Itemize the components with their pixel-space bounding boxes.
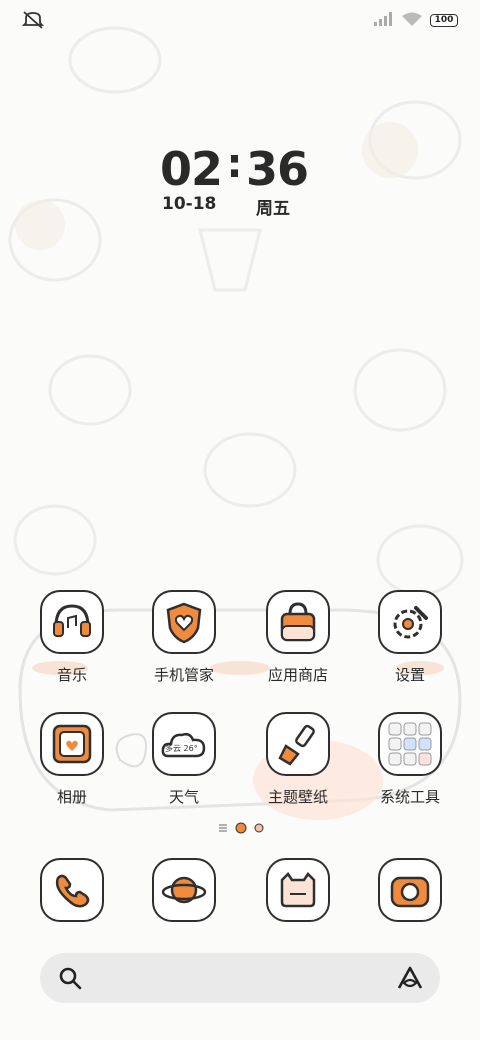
app-gallery[interactable]: 相册 [22,712,122,807]
app-label: 天气 [168,788,199,806]
mute-vibrate-icon [21,10,45,34]
camera-icon [378,858,442,922]
page-list-icon [219,824,227,832]
clock-separator: : [226,141,243,187]
folder-icon [378,712,442,776]
dock-phone[interactable] [22,858,122,922]
app-settings[interactable]: 设置 [360,590,460,685]
app-app-store[interactable]: 应用商店 [248,590,348,685]
messages-icon [266,858,330,922]
app-label: 应用商店 [267,666,328,684]
signal-bars-icon [374,11,394,30]
clock-widget[interactable]: 02 : 36 10-18 周五 [160,141,320,219]
app-label: 设置 [394,666,425,684]
status-bar: 100 [0,0,480,40]
wifi-icon [402,11,422,30]
app-music[interactable]: 音乐 [22,590,122,685]
app-phone-manager[interactable]: 手机管家 [134,590,234,685]
clock-hour: 02 [160,142,223,196]
dock-camera[interactable] [360,858,460,922]
shield-heart-icon [152,590,216,654]
page-dot-active-icon [235,822,247,834]
paint-brush-icon [266,712,330,776]
clock-time: 02 : 36 [160,141,320,196]
cloud-icon: 多云 26° [152,712,216,776]
app-label: 音乐 [56,666,87,684]
app-label: 相册 [56,788,87,806]
shopping-bag-icon [266,590,330,654]
clock-date: 10-18 [162,194,217,214]
page-indicator[interactable] [218,822,264,834]
battery-icon: 100 [430,14,458,27]
search-bar[interactable] [40,953,440,1003]
phone-icon [40,858,104,922]
search-icon[interactable] [58,966,82,994]
app-label: 系统工具 [379,788,440,806]
clock-minute: 36 [246,142,309,196]
gear-icon [378,590,442,654]
app-label: 手机管家 [153,666,214,684]
assistant-icon[interactable] [396,965,424,995]
clock-weekday: 周五 [256,199,290,219]
photo-album-icon [40,712,104,776]
dock-messages[interactable] [248,858,348,922]
app-weather[interactable]: 多云 26° 天气 [134,712,234,807]
weather-widget-text: 多云 26° [165,743,198,753]
app-label: 主题壁纸 [267,788,328,806]
browser-icon [152,858,216,922]
page-dot-icon [254,823,264,833]
dock-browser[interactable] [134,858,234,922]
app-themes[interactable]: 主题壁纸 [248,712,348,807]
app-system-tools-folder[interactable]: 系统工具 [360,712,460,807]
battery-level: 100 [434,15,454,25]
music-icon [40,590,104,654]
